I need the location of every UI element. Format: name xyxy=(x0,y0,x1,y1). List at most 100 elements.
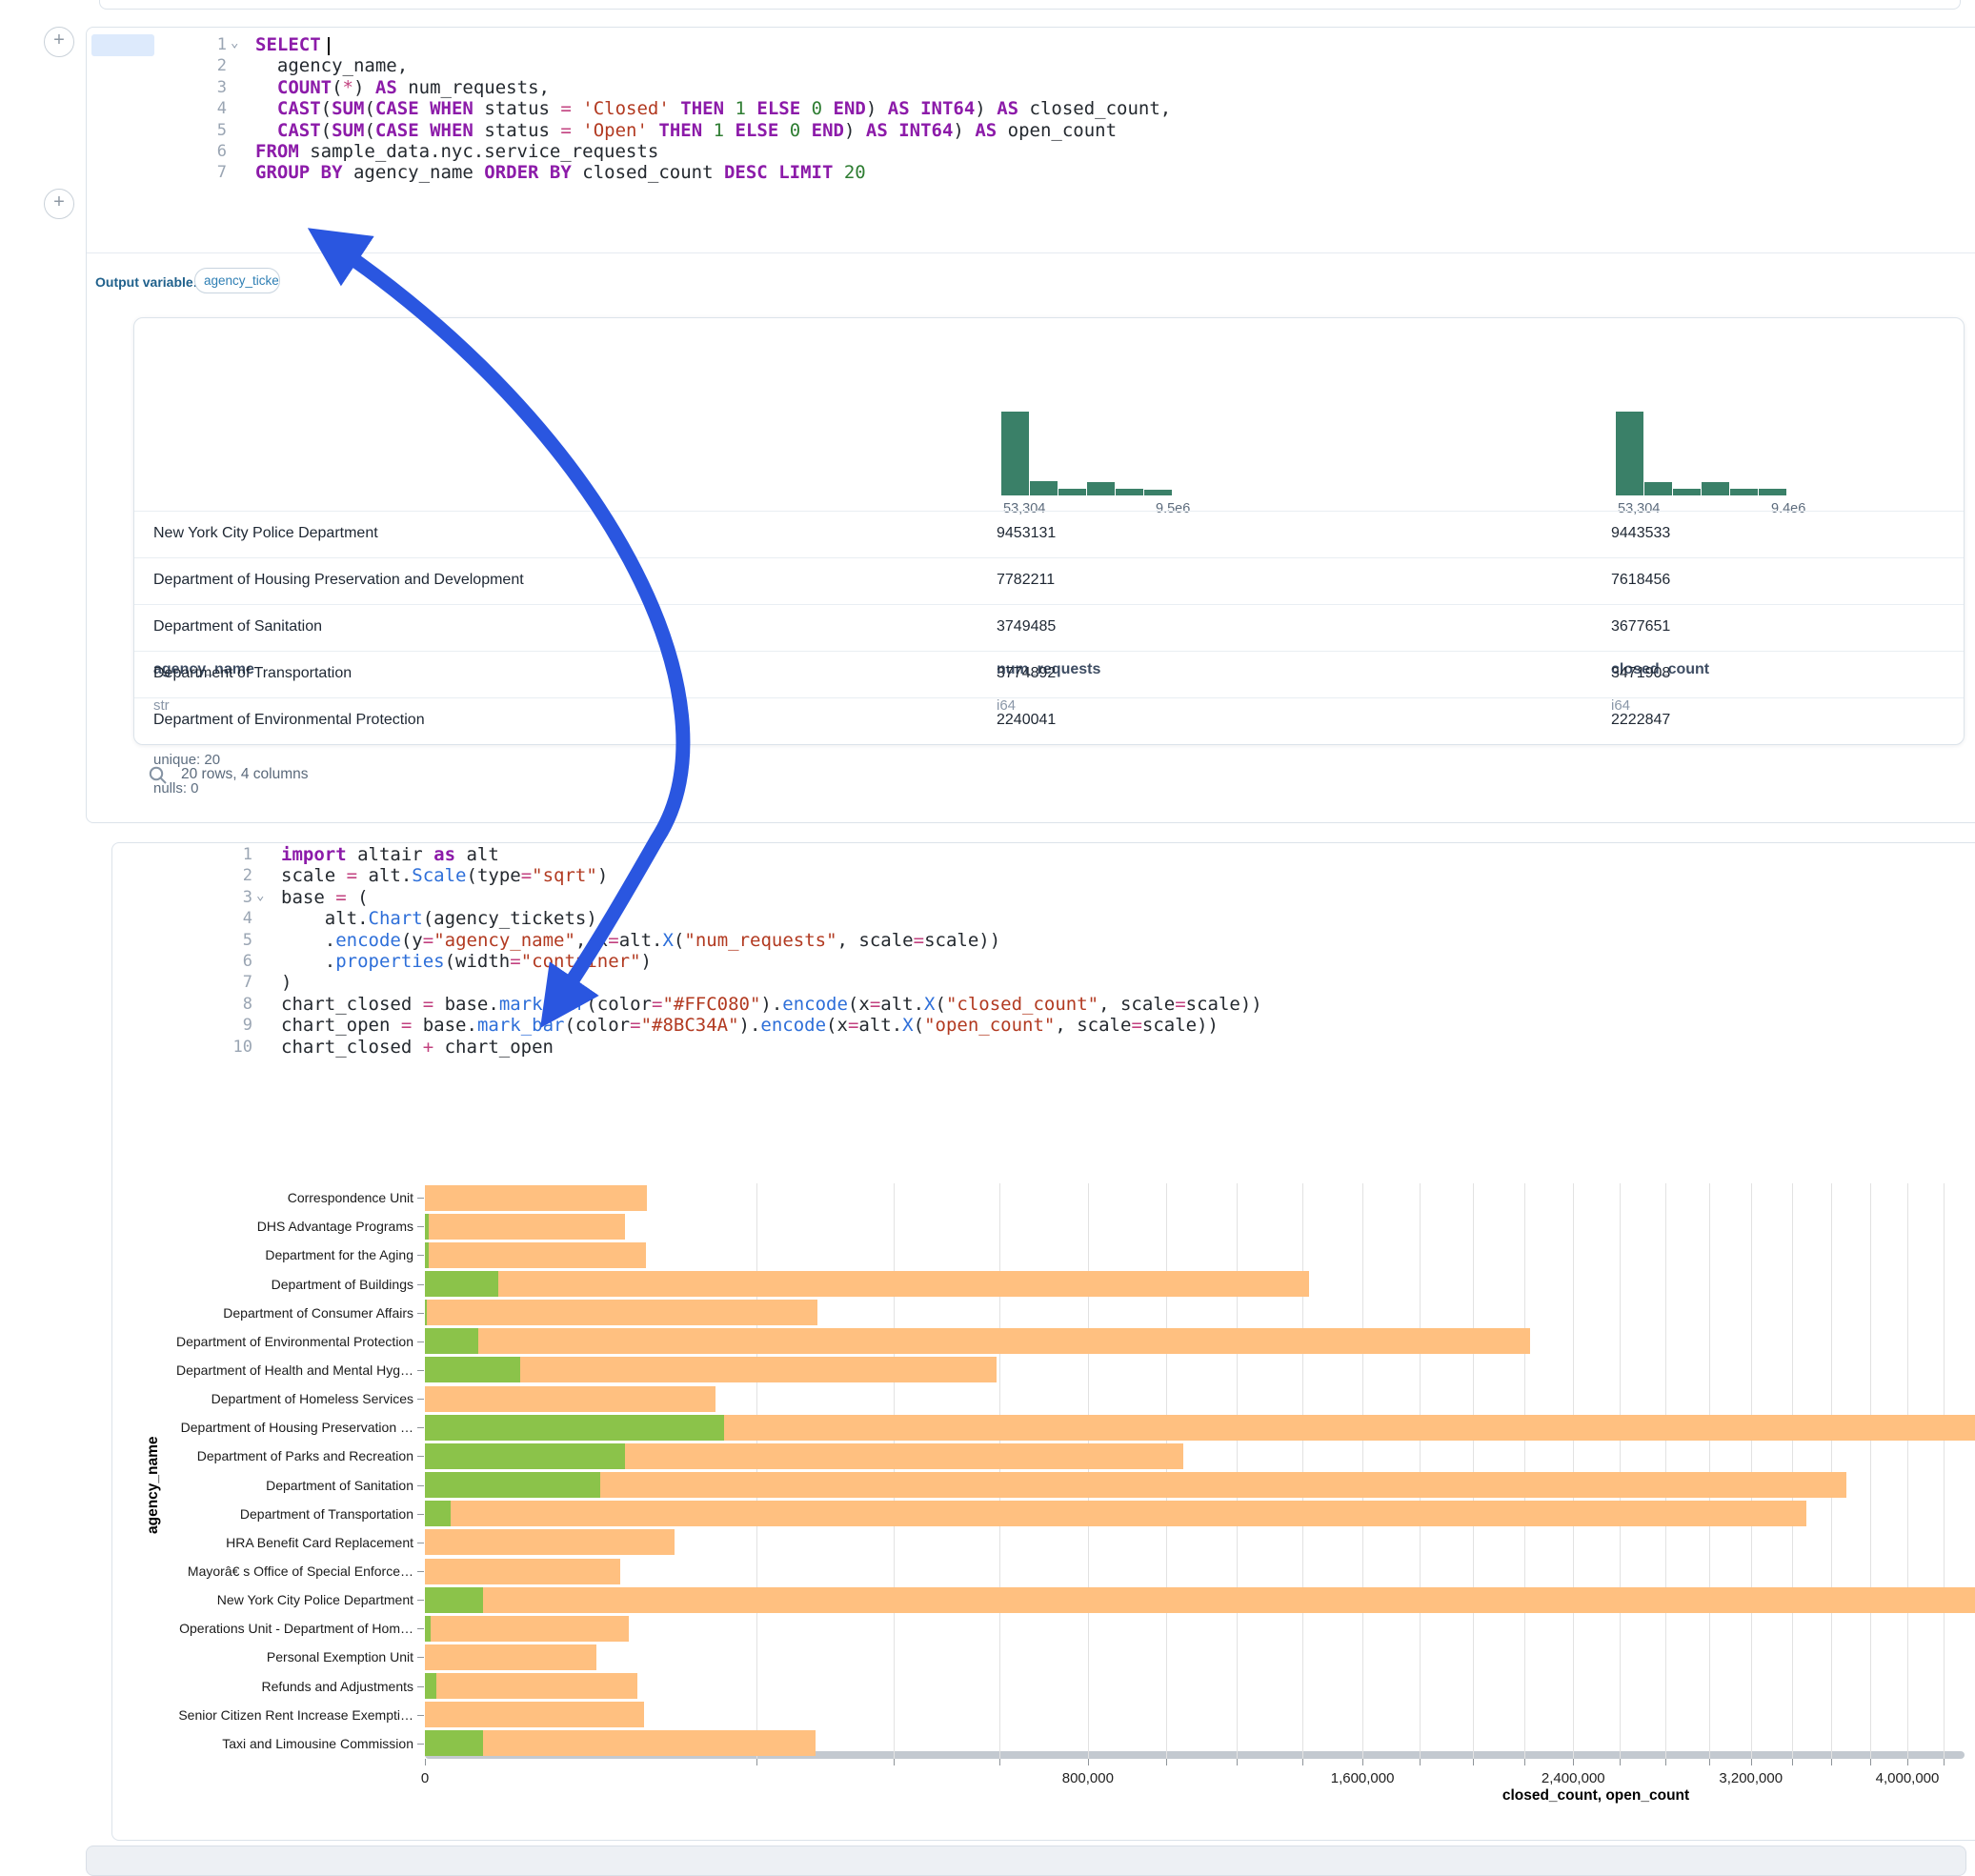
chart-bar-open_count[interactable] xyxy=(425,1357,520,1382)
x-axis-tick xyxy=(894,1759,895,1765)
chart-gridline xyxy=(1088,1183,1089,1759)
y-axis-category-label: Mayorâ€ s Office of Special Enforce… xyxy=(128,1563,413,1579)
chart-gridline xyxy=(1944,1183,1945,1759)
chart-bar-open_count[interactable] xyxy=(425,1242,429,1268)
table-cell: 3471908 xyxy=(1611,665,1670,682)
chart-bar-closed_count[interactable] xyxy=(425,1501,1806,1526)
chart-bar-open_count[interactable] xyxy=(425,1730,483,1756)
chart-gridline xyxy=(1420,1183,1421,1759)
chart-gridline xyxy=(1665,1183,1666,1759)
x-axis-tick xyxy=(1420,1759,1421,1765)
chart-bar-closed_count[interactable] xyxy=(425,1616,629,1642)
y-axis-category-label: Operations Unit - Department of Hom… xyxy=(128,1621,413,1636)
x-axis-tick xyxy=(1573,1759,1574,1765)
table-row[interactable]: Department of Housing Preservation and D… xyxy=(134,557,1964,605)
histogram-bar xyxy=(1759,489,1786,495)
y-axis-tick xyxy=(417,1715,424,1716)
chart-bar-open_count[interactable] xyxy=(425,1443,625,1469)
y-axis-tick xyxy=(417,1255,424,1256)
x-axis-tick xyxy=(1088,1759,1089,1765)
histogram-bar xyxy=(1673,489,1701,495)
chart-bar-closed_count[interactable] xyxy=(425,1644,596,1670)
y-axis-category-label: Department of Parks and Recreation xyxy=(128,1448,413,1463)
histogram-bar xyxy=(1058,489,1086,495)
chart-bar-closed_count[interactable] xyxy=(425,1559,620,1584)
table-row[interactable]: New York City Police Department945313194… xyxy=(134,511,1964,558)
y-axis-category-label: Department of Housing Preservation … xyxy=(128,1420,413,1435)
chart-bar-closed_count[interactable] xyxy=(425,1328,1530,1354)
chart-bar-open_count[interactable] xyxy=(425,1673,436,1699)
chart-bar-closed_count[interactable] xyxy=(425,1271,1309,1297)
y-axis-tick xyxy=(417,1226,424,1227)
table-row[interactable]: Department of Environmental Protection 22… xyxy=(134,697,1964,745)
chart-bar-closed_count[interactable] xyxy=(425,1730,816,1756)
x-axis-tick xyxy=(1524,1759,1525,1765)
notebook-page: { "output_variable": {"label": "Output v… xyxy=(0,0,1975,1852)
add-cell-button-output[interactable]: + xyxy=(44,189,74,219)
y-axis-category-label: Department of Sanitation xyxy=(128,1478,413,1493)
chart-bar-open_count[interactable] xyxy=(425,1472,600,1498)
chart-bar-closed_count[interactable] xyxy=(425,1702,644,1727)
y-axis-category-label: Refunds and Adjustments xyxy=(128,1679,413,1694)
chart-bar-closed_count[interactable] xyxy=(425,1472,1846,1498)
add-cell-button-top[interactable]: + xyxy=(44,27,74,57)
x-axis-tick xyxy=(1751,1759,1752,1765)
y-axis-category-label: Taxi and Limousine Commission xyxy=(128,1736,413,1751)
histogram-bar xyxy=(1144,490,1172,495)
chart-bar-closed_count[interactable] xyxy=(425,1185,647,1211)
y-axis-category-label: Department of Buildings xyxy=(128,1277,413,1292)
chart-gridline xyxy=(1473,1183,1474,1759)
x-axis-tick xyxy=(1709,1759,1710,1765)
chart-bar-closed_count[interactable] xyxy=(425,1673,637,1699)
table-cell: Department of Sanitation xyxy=(153,618,322,635)
chart-bar-closed_count[interactable] xyxy=(425,1386,715,1412)
x-axis-tick-label: 3,200,000 xyxy=(1719,1770,1783,1786)
chart-bar-closed_count[interactable] xyxy=(425,1214,625,1240)
table-cell: Department of Housing Preservation and D… xyxy=(153,572,524,589)
y-axis-tick xyxy=(417,1399,424,1400)
chart-bar-closed_count[interactable] xyxy=(425,1529,675,1555)
result-table: agency_name str unique: 20 nulls: 0 num_… xyxy=(133,317,1965,745)
chart-gridline xyxy=(1302,1183,1303,1759)
table-row[interactable]: Department of Sanitation37494853677651 xyxy=(134,604,1964,652)
x-axis-tick xyxy=(1620,1759,1621,1765)
chart-gridline xyxy=(1792,1183,1793,1759)
y-axis-category-label: Department of Consumer Affairs xyxy=(128,1305,413,1321)
x-axis-tick xyxy=(1237,1759,1238,1765)
table-cell: 2240041 xyxy=(997,712,1056,729)
chart-bar-closed_count[interactable] xyxy=(425,1587,1975,1613)
closed-count-histogram[interactable] xyxy=(1616,412,1787,495)
y-axis-tick xyxy=(417,1571,424,1572)
x-axis-tick xyxy=(756,1759,757,1765)
y-axis-tick xyxy=(417,1456,424,1457)
chart-bar-closed_count[interactable] xyxy=(425,1300,817,1325)
chart-bar-closed_count[interactable] xyxy=(425,1242,646,1268)
x-axis-tick xyxy=(999,1759,1000,1765)
chart-bar-open_count[interactable] xyxy=(425,1501,451,1526)
num-requests-histogram[interactable] xyxy=(1001,412,1173,495)
y-axis-category-label: Department of Homeless Services xyxy=(128,1391,413,1406)
chart-bar-open_count[interactable] xyxy=(425,1616,431,1642)
table-cell: Department of Environmental Protection xyxy=(153,712,425,729)
x-axis-tick-label: 4,000,000 xyxy=(1876,1770,1940,1786)
y-axis-tick xyxy=(417,1284,424,1285)
x-axis-tick xyxy=(1473,1759,1474,1765)
chart-gridline xyxy=(1166,1183,1167,1759)
chart-bar-open_count[interactable] xyxy=(425,1328,478,1354)
y-axis-tick xyxy=(417,1198,424,1199)
table-row[interactable]: Department of Transportation377489234719… xyxy=(134,651,1964,698)
chart-bar-open_count[interactable] xyxy=(425,1587,483,1613)
chart-bar-open_count[interactable] xyxy=(425,1214,429,1240)
chart-gridline xyxy=(1573,1183,1574,1759)
x-axis-tick xyxy=(1362,1759,1363,1765)
chart-bar-open_count[interactable] xyxy=(425,1271,498,1297)
chart-bar-open_count[interactable] xyxy=(425,1300,427,1325)
y-axis-tick xyxy=(417,1485,424,1486)
chart-bar-open_count[interactable] xyxy=(425,1415,724,1441)
y-axis-category-label: DHS Advantage Programs xyxy=(128,1219,413,1234)
x-axis-tick-label: 800,000 xyxy=(1062,1770,1114,1786)
column-unique-stat: unique: 20 xyxy=(153,752,220,768)
histogram-bar xyxy=(1001,412,1029,495)
table-cell: 9453131 xyxy=(997,525,1056,542)
column-nulls-stat: nulls: 0 xyxy=(153,780,199,797)
